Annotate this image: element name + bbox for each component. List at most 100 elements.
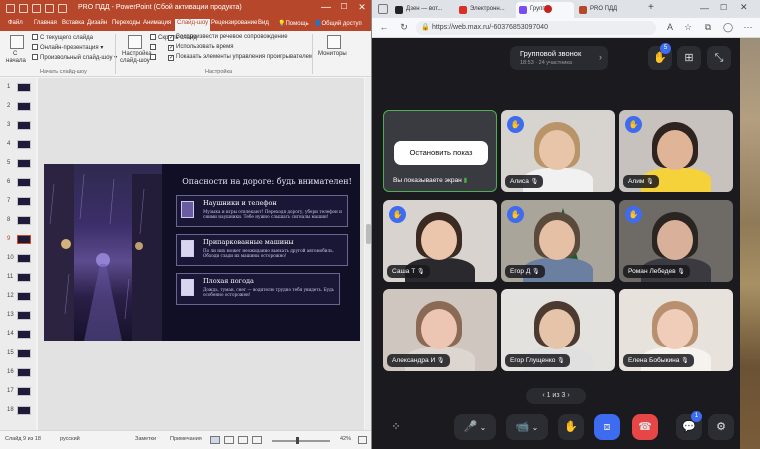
slide-thumbnail[interactable]: 6 [4,177,34,190]
participant-tile[interactable]: ✋ Роман Лебедев 🎙 [619,200,733,282]
present-icon[interactable] [58,4,67,13]
pager[interactable]: ‹ 1 из 3 › [526,388,586,404]
participant-tile[interactable]: ✋ Саша Т 🎙 [383,200,497,282]
next-page-icon[interactable]: › [565,392,569,399]
slide-thumbnail[interactable]: 1 [4,82,34,95]
tab-review[interactable]: Рецензирование [209,20,259,26]
participant-tile[interactable]: ✋ Егор Д 🎙 [501,200,615,282]
stop-sharing-button[interactable]: Остановить показ [394,141,488,165]
rehearse-button[interactable] [150,44,158,51]
custom-show-button[interactable]: Произвольный слайд-шоу ▾ [32,54,117,61]
tab-home[interactable]: Главная [32,20,59,26]
vertical-scrollbar[interactable] [365,78,371,430]
raise-hand-button[interactable]: ✋ [558,414,584,440]
maximize-button[interactable]: ☐ [336,2,352,11]
new-tab-icon[interactable]: + [648,2,654,13]
reading-view-icon[interactable] [238,436,248,444]
browser-tab-4[interactable]: PRO ПДД [576,2,638,18]
participant-tile[interactable]: Александра И 🎙 [383,289,497,371]
more-icon[interactable]: ⋯ [742,22,754,33]
save-icon[interactable] [19,4,28,13]
tab-insert[interactable]: Вставка [60,20,86,26]
slideshow-view-icon[interactable] [252,436,262,444]
participant-tile[interactable]: ✋ Алиса 🎙 [501,110,615,192]
share-button[interactable]: 👤Общий доступ [312,20,364,27]
online-present-button[interactable]: Онлайн-презентация ▾ [32,44,103,51]
maximize-icon[interactable]: ☐ [720,3,727,12]
tab-design[interactable]: Дизайн [85,20,109,26]
tab-slideshow[interactable]: Слайд-шоу [175,19,211,31]
zoom-slider[interactable] [272,440,330,442]
browser-tab-2[interactable]: Электронн... [456,2,514,18]
slide-thumbnail[interactable]: 10 [4,253,34,266]
scroll-thumb[interactable] [366,224,371,244]
language-indicator[interactable]: русский [60,436,80,442]
minimize-icon[interactable]: — [700,3,709,13]
notes-button[interactable]: Заметки [135,436,156,442]
back-icon[interactable]: ← [378,22,390,32]
reload-icon[interactable]: ↻ [398,22,410,33]
from-start-label-2[interactable]: начала [6,58,26,64]
slide-thumbnail[interactable]: 12 [4,291,34,304]
call-header[interactable]: Групповой звонок 18:53 · 24 участника › [510,46,608,70]
autosave-icon[interactable] [6,4,15,13]
chk-narration[interactable]: ✓ Воспроизвести речевое сопровождение [168,34,288,41]
undo-icon[interactable] [32,4,41,13]
read-aloud-icon[interactable]: A [664,22,676,32]
zoom-slider-thumb[interactable] [296,437,299,444]
participant-tile[interactable]: Елена Бобыкина 🎙 [619,289,733,371]
slide-thumbnail[interactable]: 17 [4,386,34,399]
end-call-button[interactable]: ☎ [632,414,658,440]
mic-button[interactable]: 🎤 ⌄ [454,414,496,440]
sorter-view-icon[interactable] [224,436,234,444]
tab-help[interactable]: 💡Помощь [276,20,311,27]
favorite-icon[interactable]: ☆ [682,22,694,33]
close-button[interactable]: ✕ [354,2,370,13]
tab-animations[interactable]: Анимация [141,20,173,26]
record-button[interactable] [150,54,158,61]
settings-button[interactable]: ⚙ [708,414,734,440]
chevron-down-icon[interactable]: ⌄ [529,423,539,432]
tab-file[interactable]: Файл [6,20,25,26]
redo-icon[interactable] [45,4,54,13]
slide-thumbnail[interactable]: 5 [4,158,34,171]
collections-icon[interactable]: ⧉ [702,22,714,33]
comments-button[interactable]: Примечания [170,436,202,442]
screen-share-tile[interactable]: Остановить показ Вы показываете экран ▮ [383,110,497,192]
participant-tile[interactable]: Егор Глущенко 🎙 [501,289,615,371]
browser-tab-3[interactable]: Групп [516,2,574,18]
screen-share-button[interactable]: ⧈ [594,414,620,440]
chevron-down-icon[interactable]: ⌄ [477,423,487,432]
tab-actions-icon[interactable] [378,4,388,14]
slide-thumbnail[interactable]: 2 [4,101,34,114]
slide-thumbnail[interactable]: 15 [4,348,34,361]
setup-label-2[interactable]: слайд-шоу [120,58,150,64]
chk-controls[interactable]: ✓ Показать элементы управления проигрыват… [168,54,313,61]
apps-button[interactable]: ⁘ [386,414,406,440]
slide-thumbnail[interactable]: 14 [4,329,34,342]
participant-tile[interactable]: ✋ Алим 🎙 [619,110,733,192]
from-start-label-1[interactable]: С [13,51,17,57]
close-icon[interactable]: ✕ [740,2,748,13]
minimize-button[interactable]: — [318,2,334,13]
browser-tab-1[interactable]: Дзен — вот... [392,2,454,18]
zoom-level[interactable]: 42% [340,436,351,442]
slide-thumbnail[interactable]: 4 [4,139,34,152]
url-field[interactable]: 🔒 https://web.max.ru/-60376853097040 [416,21,656,35]
from-current-button[interactable]: С текущего слайда [32,34,93,41]
slide-thumbnails[interactable]: 1 2 3 4 5 6 7 8 9 10 11 12 13 14 15 16 17 18 [0,78,36,430]
fit-slide-icon[interactable] [358,436,367,444]
chk-timings[interactable]: ✓ Использовать время [168,44,234,51]
setup-label-1[interactable]: Настройка [122,51,152,57]
slide-thumbnail[interactable]: 9 [4,234,34,247]
monitors-button[interactable]: Мониторы [318,51,347,57]
profile-icon[interactable]: ◯ [722,22,734,33]
normal-view-icon[interactable] [210,436,220,444]
slide-thumbnail[interactable]: 11 [4,272,34,285]
camera-button[interactable]: 📹 ⌄ [506,414,548,440]
slide-thumbnail[interactable]: 18 [4,405,34,418]
slide-thumbnail[interactable]: 7 [4,196,34,209]
slide-thumbnail[interactable]: 16 [4,367,34,380]
tab-transitions[interactable]: Переходы [110,20,142,26]
current-slide[interactable]: Опасности на дороге: будь внимателен! На… [44,164,360,341]
